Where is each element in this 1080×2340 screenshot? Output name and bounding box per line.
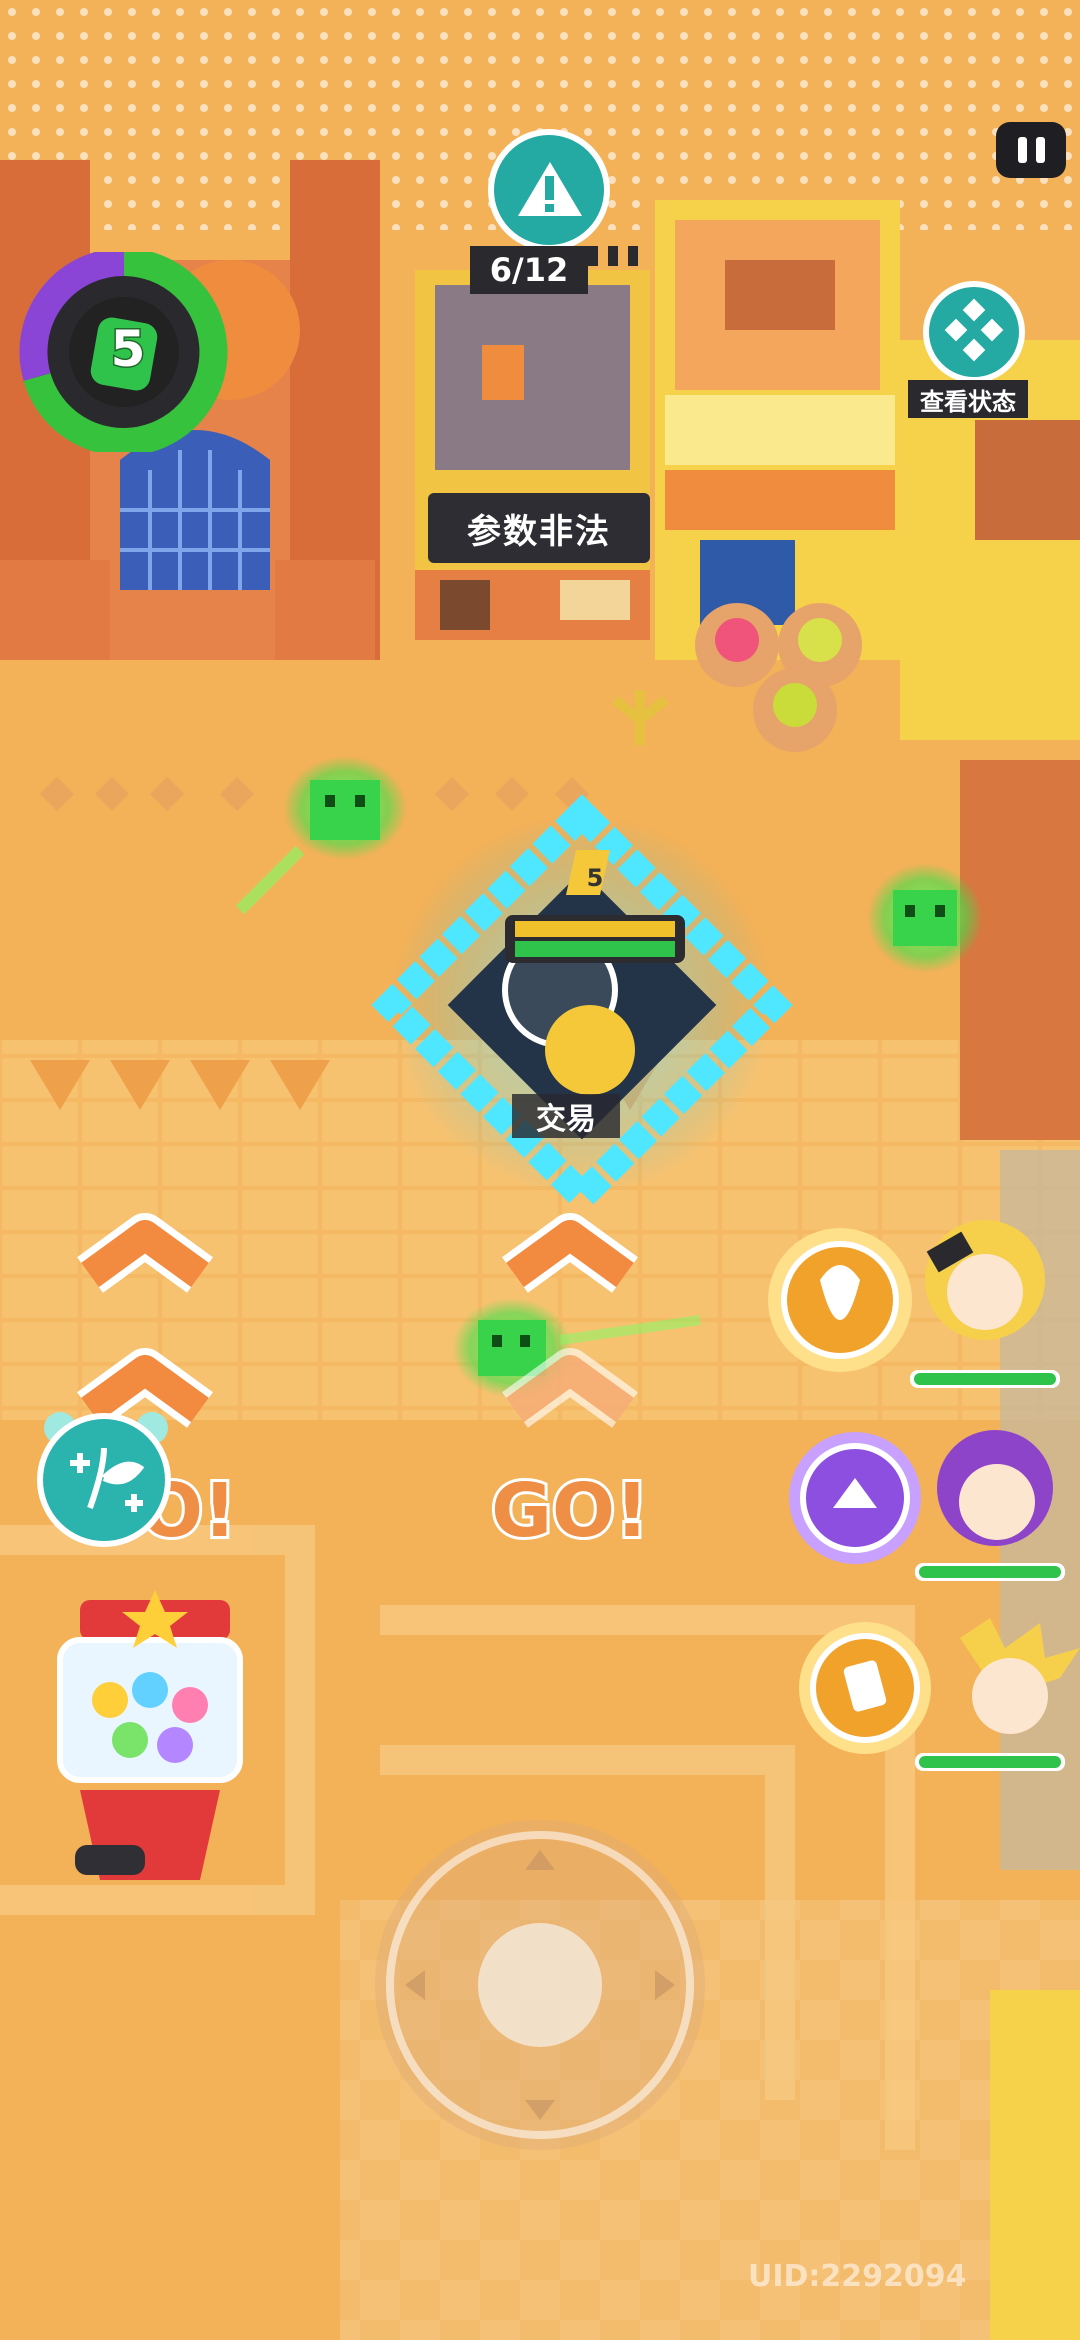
- alert-quest-icon: [488, 129, 610, 251]
- go-label: GO!: [488, 1465, 651, 1557]
- party-member-3[interactable]: [790, 1618, 1080, 1778]
- building-sign: 参数非法: [428, 493, 650, 563]
- party-member-portrait: [799, 1618, 1080, 1771]
- party-member-3-hp: [919, 1756, 1061, 1768]
- right-wall: [960, 760, 1080, 1140]
- view-status-button[interactable]: [918, 280, 1030, 383]
- player-level: 5: [109, 319, 147, 380]
- quest-button[interactable]: [478, 124, 620, 251]
- party-member-2-hp: [919, 1566, 1061, 1578]
- trade-button[interactable]: 交易: [512, 1094, 620, 1138]
- diamond-grid-icon: [923, 281, 1025, 383]
- heal-skill-button[interactable]: [30, 1408, 178, 1548]
- center-shop: [415, 270, 650, 640]
- bottom-right-stall: [990, 1990, 1080, 2340]
- party-member-1-hp: [914, 1373, 1056, 1385]
- party-member-portrait: [789, 1430, 1065, 1581]
- sprout-heal-icon: [37, 1412, 171, 1547]
- pause-icon: [1017, 137, 1027, 163]
- party-member-portrait: [768, 1220, 1060, 1388]
- party-member-1[interactable]: [760, 1200, 1070, 1400]
- joystick-knob[interactable]: [478, 1923, 602, 2047]
- checker-flag-icon: [588, 246, 648, 266]
- pause-icon: [1035, 137, 1045, 163]
- uid-label: UID:2292094: [748, 2258, 967, 2294]
- green-ghost-enemy: [867, 863, 983, 973]
- pause-button[interactable]: [996, 122, 1066, 178]
- party-member-2[interactable]: [785, 1428, 1070, 1588]
- enemy-level: 5: [586, 864, 604, 892]
- quest-progress: 6/12: [470, 246, 588, 294]
- view-status-label: 查看状态: [908, 380, 1028, 418]
